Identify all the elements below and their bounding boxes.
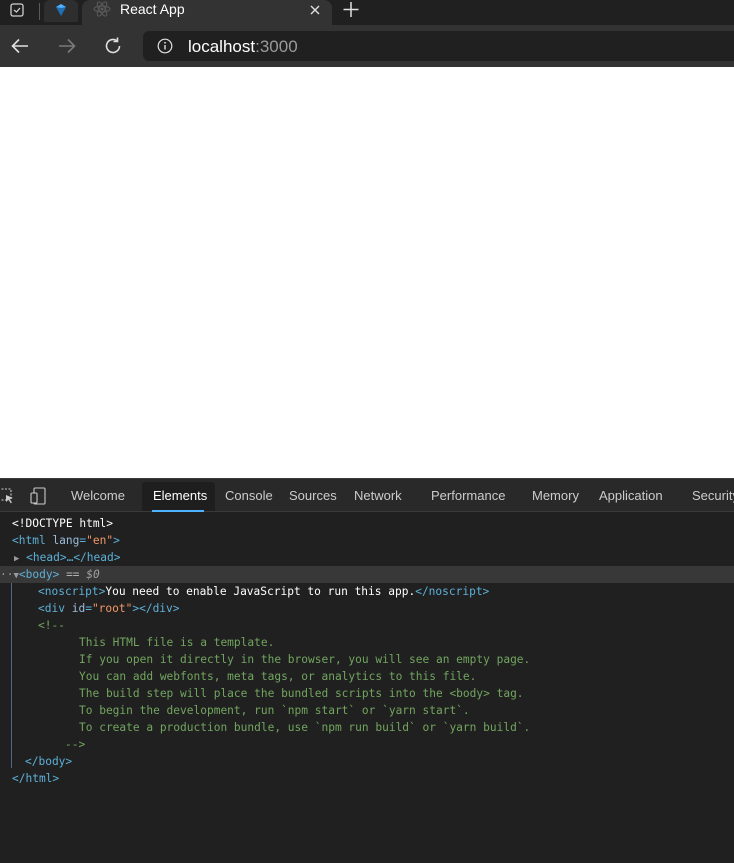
dom-tree: <!DOCTYPE html> <html lang="en"> ▶ <head…: [0, 512, 734, 863]
close-icon[interactable]: [307, 2, 323, 18]
plus-icon[interactable]: [340, 0, 362, 20]
dom-div-root[interactable]: <div id="root"></div>: [38, 600, 180, 617]
expand-triangle-icon[interactable]: ▶: [14, 554, 19, 564]
tab-performance[interactable]: Performance: [431, 488, 505, 503]
window-menu-button[interactable]: [4, 1, 30, 21]
dom-noscript[interactable]: <noscript>You need to enable JavaScript …: [38, 583, 489, 600]
inspect-element-icon[interactable]: [0, 487, 15, 505]
tab-welcome[interactable]: Welcome: [71, 488, 125, 503]
comment-line: To begin the development, run `npm start…: [79, 704, 470, 717]
dom-body-open[interactable]: ··▼<body> == $0: [0, 566, 100, 583]
dom-comment-open[interactable]: <!--: [38, 617, 65, 634]
dom-html-close[interactable]: </html>: [12, 770, 59, 787]
tab-title: React App: [120, 1, 185, 17]
dom-comment-close: -->: [65, 738, 86, 751]
dom-html-open[interactable]: <html lang="en">: [12, 532, 120, 549]
reload-icon[interactable]: [101, 34, 125, 58]
url-host: localhost: [188, 37, 256, 56]
url-port: :3000: [255, 37, 298, 56]
window-menu-icon: [10, 3, 24, 17]
tab-network[interactable]: Network: [354, 488, 402, 503]
tab-elements[interactable]: Elements: [153, 488, 207, 503]
browser-toolbar: localhost:3000: [0, 25, 734, 67]
react-icon: [93, 1, 111, 17]
selected-node-highlight: [0, 566, 734, 583]
info-icon[interactable]: [157, 38, 173, 54]
tab-memory[interactable]: Memory: [532, 488, 579, 503]
comment-line: If you open it directly in the browser, …: [79, 653, 531, 666]
comment-line: The build step will place the bundled sc…: [79, 687, 524, 700]
comment-line: To create a production bundle, use `npm …: [79, 721, 531, 734]
device-emulation-icon[interactable]: [29, 487, 47, 505]
url-text: localhost:3000: [188, 37, 298, 56]
devtools-tab-bar: Welcome Elements Console Sources Network…: [0, 478, 734, 512]
pinned-tab-icon: [56, 4, 66, 16]
tab-console[interactable]: Console: [225, 488, 273, 503]
pinned-tab[interactable]: [44, 0, 78, 22]
tab-react-app[interactable]: React App: [82, 0, 332, 25]
page-viewport[interactable]: [0, 67, 734, 478]
tab-strip: React App: [0, 0, 734, 25]
comment-line: This HTML file is a template.: [79, 636, 275, 649]
dom-doctype[interactable]: <!DOCTYPE html>: [12, 515, 113, 532]
tab-sources[interactable]: Sources: [289, 488, 337, 503]
tab-application[interactable]: Application: [599, 488, 663, 503]
tab-security[interactable]: Security: [692, 488, 734, 503]
dom-body-close[interactable]: </body>: [25, 753, 72, 770]
more-options-icon[interactable]: ··: [0, 568, 13, 581]
indent-guide: [11, 583, 12, 768]
dom-head-collapsed[interactable]: ▶ <head>…</head>: [14, 549, 120, 566]
back-arrow-icon[interactable]: [8, 34, 32, 58]
forward-arrow-icon[interactable]: [55, 34, 79, 58]
devtools-panel: Welcome Elements Console Sources Network…: [0, 478, 734, 863]
comment-line: You can add webfonts, meta tags, or anal…: [79, 670, 477, 683]
address-bar[interactable]: localhost:3000: [143, 31, 734, 61]
tab-separator: [39, 3, 40, 20]
